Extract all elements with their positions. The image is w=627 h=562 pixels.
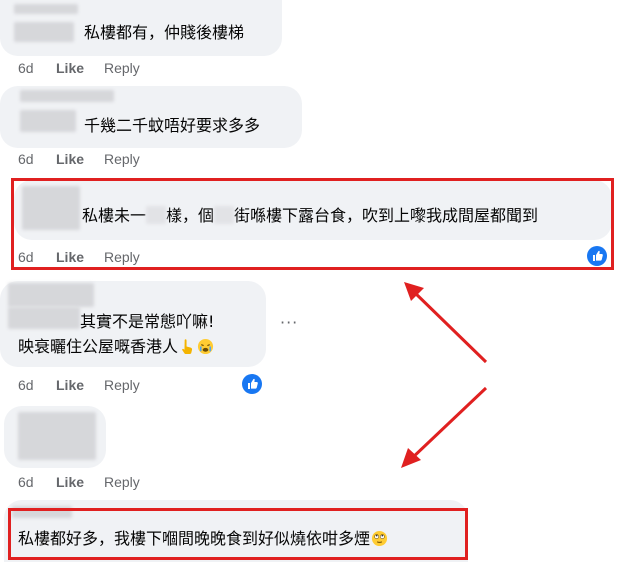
annotation-arrow-down: [408, 386, 488, 462]
annotation-arrow-up: [410, 288, 488, 364]
comment-thread: 私樓都有，仲賤後樓梯 6d Like Reply 千幾二千蚊唔好要求多多 6d …: [0, 0, 627, 562]
annotation-arrows: [401, 282, 488, 468]
